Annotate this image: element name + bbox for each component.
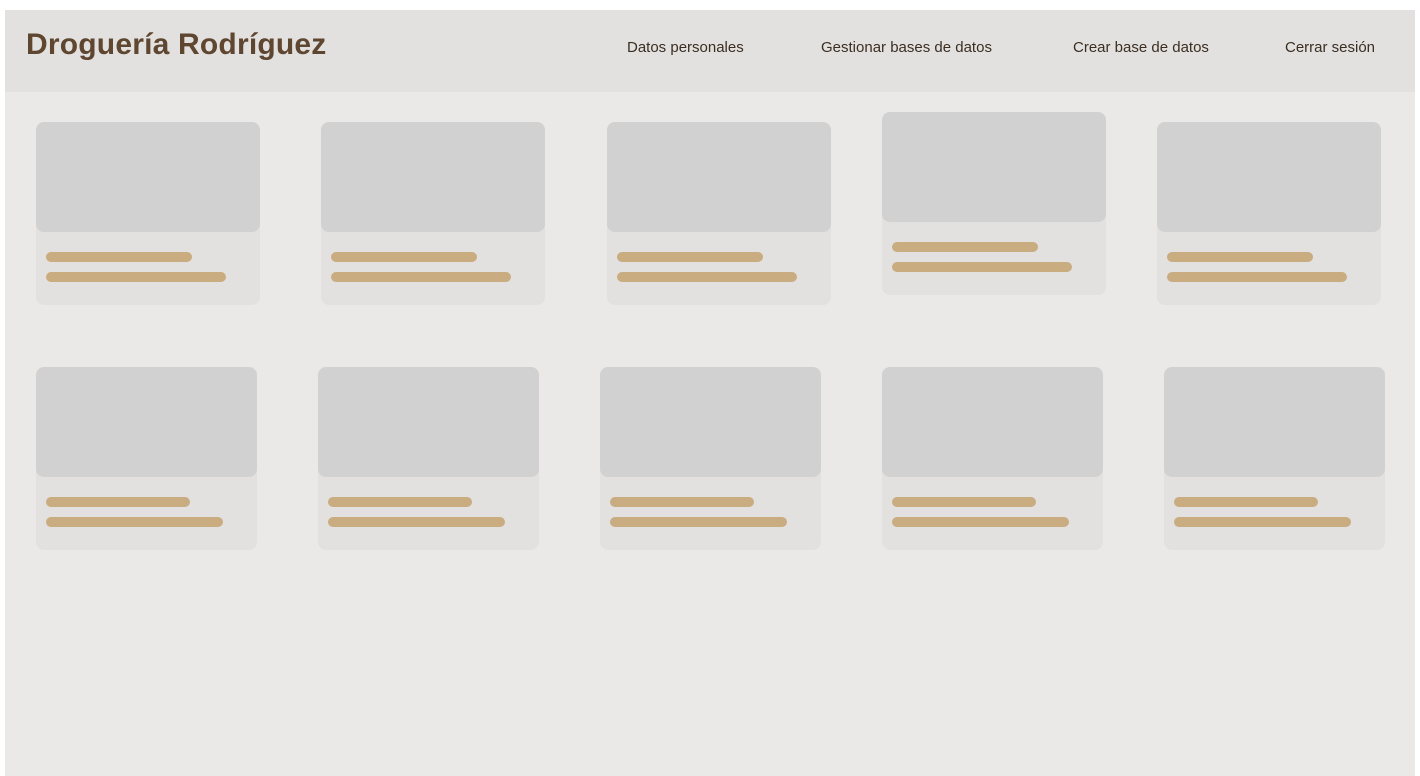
skeleton-thumbnail xyxy=(1157,122,1381,232)
brand-title: Droguería Rodríguez xyxy=(26,28,327,61)
skeleton-card[interactable] xyxy=(607,122,831,305)
skeleton-card[interactable] xyxy=(36,122,260,305)
skeleton-subtitle-line xyxy=(892,262,1072,272)
skeleton-title-line xyxy=(1167,252,1313,262)
page-background: Droguería Rodríguez Datos personales Ges… xyxy=(5,10,1415,776)
skeleton-title-line xyxy=(892,497,1036,507)
skeleton-subtitle-line xyxy=(1167,272,1347,282)
skeleton-subtitle-line xyxy=(892,517,1069,527)
skeleton-title-line xyxy=(46,497,190,507)
skeleton-subtitle-line xyxy=(617,272,797,282)
skeleton-title-line xyxy=(610,497,754,507)
skeleton-title-line xyxy=(892,242,1038,252)
nav-crear-base-de-datos[interactable]: Crear base de datos xyxy=(1073,39,1209,56)
skeleton-subtitle-line xyxy=(331,272,511,282)
skeleton-title-line xyxy=(328,497,472,507)
skeleton-card[interactable] xyxy=(318,367,539,550)
skeleton-thumbnail xyxy=(882,367,1103,477)
skeleton-thumbnail xyxy=(318,367,539,477)
skeleton-title-line xyxy=(617,252,763,262)
skeleton-thumbnail xyxy=(882,112,1106,222)
skeleton-card[interactable] xyxy=(1157,122,1381,305)
skeleton-thumbnail xyxy=(36,122,260,232)
skeleton-title-line xyxy=(331,252,477,262)
skeleton-card-raised[interactable] xyxy=(882,112,1106,295)
skeleton-thumbnail xyxy=(607,122,831,232)
skeleton-subtitle-line xyxy=(1174,517,1351,527)
skeleton-title-line xyxy=(1174,497,1318,507)
skeleton-subtitle-line xyxy=(46,272,226,282)
skeleton-card[interactable] xyxy=(321,122,545,305)
skeleton-subtitle-line xyxy=(46,517,223,527)
skeleton-thumbnail xyxy=(321,122,545,232)
skeleton-thumbnail xyxy=(36,367,257,477)
skeleton-card[interactable] xyxy=(1164,367,1385,550)
top-navbar: Droguería Rodríguez Datos personales Ges… xyxy=(5,10,1415,92)
skeleton-thumbnail xyxy=(600,367,821,477)
skeleton-thumbnail xyxy=(1164,367,1385,477)
skeleton-subtitle-line xyxy=(328,517,505,527)
nav-cerrar-sesion[interactable]: Cerrar sesión xyxy=(1285,39,1375,56)
skeleton-title-line xyxy=(46,252,192,262)
nav-gestionar-bases-de-datos[interactable]: Gestionar bases de datos xyxy=(821,39,992,56)
skeleton-card[interactable] xyxy=(600,367,821,550)
nav-datos-personales[interactable]: Datos personales xyxy=(627,39,744,56)
skeleton-card[interactable] xyxy=(882,367,1103,550)
skeleton-subtitle-line xyxy=(610,517,787,527)
skeleton-card[interactable] xyxy=(36,367,257,550)
